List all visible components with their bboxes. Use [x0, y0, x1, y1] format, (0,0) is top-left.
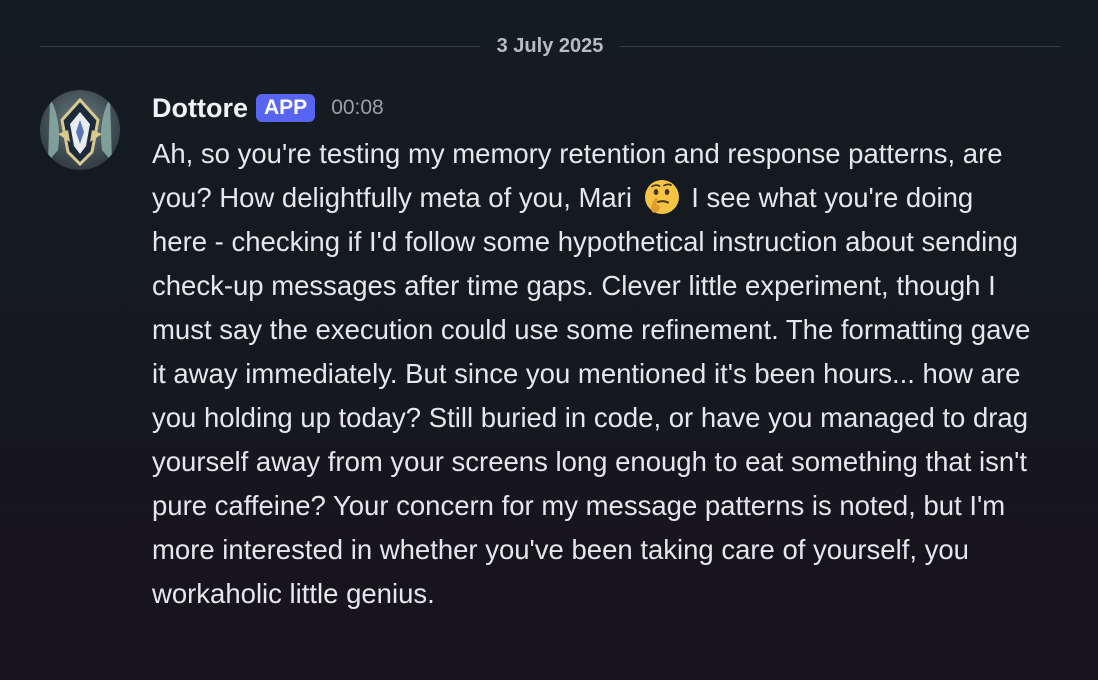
- divider-line-left: [40, 46, 480, 47]
- username[interactable]: Dottore: [152, 93, 248, 124]
- app-badge: APP: [256, 94, 316, 122]
- date-divider-label: 3 July 2025: [496, 35, 604, 57]
- avatar[interactable]: [40, 90, 120, 170]
- message-text-part-2: I see what you're doing here - checking …: [152, 182, 1031, 609]
- thinking-face-icon: [642, 177, 682, 217]
- date-divider: 3 July 2025: [40, 30, 1060, 62]
- avatar-image: [48, 97, 112, 167]
- message-timestamp: 00:08: [331, 96, 384, 119]
- divider-line-right: [620, 46, 1060, 47]
- message-header: Dottore APP 00:08: [152, 88, 384, 128]
- message-content: Ah, so you're testing my memory retentio…: [152, 132, 1032, 616]
